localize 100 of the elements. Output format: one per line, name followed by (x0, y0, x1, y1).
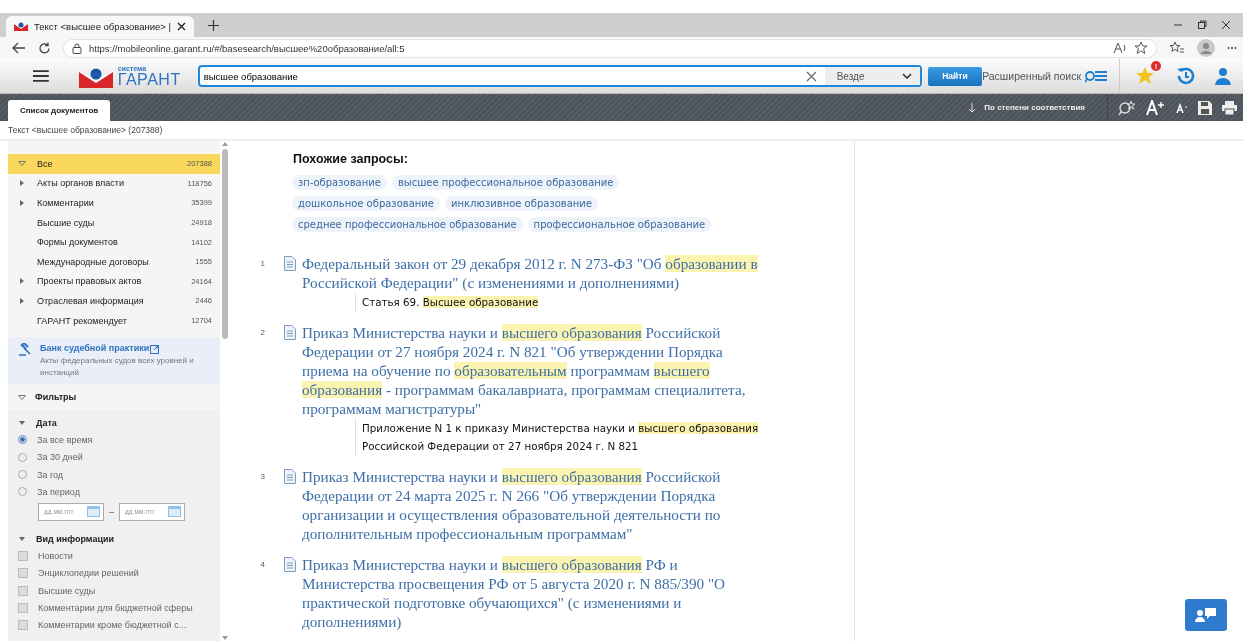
document-link[interactable]: Приказ Министерства науки и высшего образования РФ и Министерства просвещения РФ от 5 августа 2020 г. N 885/390 "О практической подготовке обучающихся" (с изменениями и дополнениями) (302, 555, 772, 631)
court-practice-link[interactable]: Банк судебной практики (40, 343, 200, 354)
radio-button[interactable] (18, 435, 27, 445)
radio-button[interactable] (18, 470, 27, 480)
search-field[interactable]: высшее образование Везде (197, 65, 922, 87)
document-icon (284, 256, 296, 271)
filters-heading: Фильтры (35, 392, 77, 403)
document-link[interactable]: Федеральный закон от 29 декабря 2012 г. N 273-ФЗ "Об образовании в Российской Федерации" (с изменениями и дополнениями) (302, 254, 772, 292)
date-option[interactable]: За год (8, 465, 220, 484)
star-icon[interactable] (1135, 66, 1155, 86)
query-chip[interactable]: зп-образование (292, 175, 387, 190)
back-icon[interactable] (12, 42, 26, 54)
checkbox[interactable] (18, 551, 28, 562)
documents-tab[interactable]: Список документов (8, 100, 111, 121)
save-icon[interactable] (1198, 100, 1212, 115)
chat-icon (1195, 607, 1217, 623)
info-type-option[interactable]: Новости (8, 547, 220, 565)
favorites-icon[interactable] (1169, 41, 1185, 55)
user-icon[interactable] (1215, 67, 1231, 85)
collapse-icon[interactable] (18, 394, 26, 400)
history-icon[interactable] (1175, 66, 1195, 86)
radio-button[interactable] (18, 487, 27, 497)
query-chip[interactable]: среднее профессиональное образование (292, 217, 523, 232)
lock-icon (72, 42, 82, 54)
radio-button[interactable] (18, 452, 27, 462)
alert-badge: ! (1151, 61, 1161, 71)
document-link[interactable]: Приказ Министерства науки и высшего образования Российской Федерации от 24 марта 2025 г. N 266 "Об утверждении Порядка организации и осуществления образовательной деятельности по дополнительным профессиональным программам" (302, 467, 772, 543)
address-field[interactable]: https://mobileonline.garant.ru/#/basesearch/высшее%20образование/all:5 (63, 38, 1157, 58)
search-star-icon[interactable] (1118, 99, 1136, 116)
arrow-down-icon[interactable] (968, 102, 977, 113)
result-number: 4 (259, 559, 265, 571)
scroll-up-icon[interactable] (222, 142, 228, 146)
query-chip[interactable]: дошкольное образование (292, 196, 441, 211)
info-type-heading: Вид информации (36, 534, 114, 545)
reload-icon[interactable] (38, 41, 51, 55)
read-aloud-icon[interactable] (1113, 42, 1127, 54)
range-dash: – (109, 506, 114, 517)
chevron-icon (901, 73, 912, 79)
document-icon (284, 325, 296, 340)
expand-icon[interactable] (19, 297, 24, 304)
collapse-icon[interactable] (19, 420, 25, 425)
tab-title: Текст <высшее образование> | (34, 21, 171, 32)
snippet-text[interactable]: Приложение N 1 к приказу Министерства науки и высшего образования Российской Федерации от 27 ноября 2024 г. N 821 (355, 419, 772, 455)
font-larger-icon[interactable] (1146, 99, 1166, 116)
checkbox[interactable] (18, 620, 28, 631)
checkbox[interactable] (18, 585, 28, 596)
scroll-down-icon[interactable] (222, 636, 228, 640)
document-link[interactable]: Приказ Министерства науки и высшего образования Российской Федерации от 27 ноября 2024 г. N 821 "Об утверждении Порядка приема на обучение по образовательным программам высшего образования - программам бакалавриата, программам специалитета, программам магистратуры" (302, 323, 772, 418)
expand-icon[interactable] (19, 200, 24, 206)
similar-queries-heading: Похожие запросы: (293, 152, 409, 166)
result-number: 3 (259, 471, 265, 483)
clear-icon[interactable] (805, 70, 817, 82)
restore-icon[interactable] (1197, 20, 1207, 30)
breadcrumb-text: Текст <высшее образование> (207388) (8, 125, 163, 135)
url-text: https://mobileonline.garant.ru/#/basesearch/высшее%20образование/all:5 (89, 42, 405, 54)
query-chip[interactable]: инклюзивное образование (445, 196, 599, 211)
logo-text: ГАРАНТ (117, 71, 181, 88)
browser-tab[interactable]: Текст <высшее образование> | (6, 16, 194, 37)
info-type-option[interactable]: Энциклопедии решений (8, 564, 220, 583)
collapse-icon[interactable] (17, 161, 26, 167)
collapse-icon[interactable] (19, 537, 25, 542)
date-option[interactable]: За период (8, 483, 220, 501)
expand-icon[interactable] (19, 278, 24, 285)
scope-dropdown[interactable]: Везде (824, 67, 920, 85)
more-icon[interactable] (1227, 46, 1237, 50)
info-type-option[interactable]: Высшие суды (8, 582, 220, 600)
profile-icon[interactable] (1197, 39, 1215, 57)
result-number: 1 (259, 258, 265, 270)
close-icon[interactable] (1221, 20, 1231, 30)
checkbox[interactable] (18, 568, 28, 579)
query-chip[interactable]: высшее профессиональное образование (391, 175, 620, 190)
font-smaller-icon[interactable] (1176, 102, 1188, 113)
scrollbar[interactable] (220, 141, 230, 641)
gavel-icon (19, 343, 32, 357)
court-practice-card[interactable]: Банк судебной практики Акты федеральных судов всех уровней и инстанций (8, 338, 220, 385)
court-practice-description: Акты федеральных судов всех уровней и инстанций (40, 355, 195, 380)
date-heading: Дата (36, 417, 57, 428)
close-icon[interactable] (177, 22, 186, 31)
query-chip[interactable]: профессиональное образование (527, 217, 712, 232)
print-icon[interactable] (1222, 100, 1237, 115)
menu-icon[interactable] (33, 70, 49, 82)
snippet-text[interactable]: Статья 69. Высшее образование (355, 293, 772, 311)
info-type-option[interactable]: Комментарии для бюджетной сферы (8, 599, 220, 617)
document-icon (284, 557, 296, 572)
expand-icon[interactable] (19, 180, 24, 187)
external-link-icon (150, 345, 159, 355)
logo-icon (78, 67, 113, 88)
chat-button[interactable] (1185, 599, 1227, 631)
logo-icon (14, 21, 28, 32)
date-option[interactable]: За 30 дней (8, 448, 220, 466)
date-option[interactable]: За все время (8, 431, 220, 449)
sort-link[interactable]: По степени соответствия (984, 103, 1085, 112)
info-type-option[interactable]: Комментарии кроме бюджетной с... (8, 616, 220, 634)
search-list-icon[interactable] (1085, 69, 1107, 83)
new-tab-icon[interactable] (208, 19, 219, 31)
checkbox[interactable] (18, 603, 28, 614)
advanced-search-link[interactable]: Расширенный поиск (982, 70, 1081, 82)
find-button[interactable]: Найти (927, 66, 983, 86)
document-icon (284, 469, 296, 484)
star-icon[interactable] (1134, 41, 1148, 55)
